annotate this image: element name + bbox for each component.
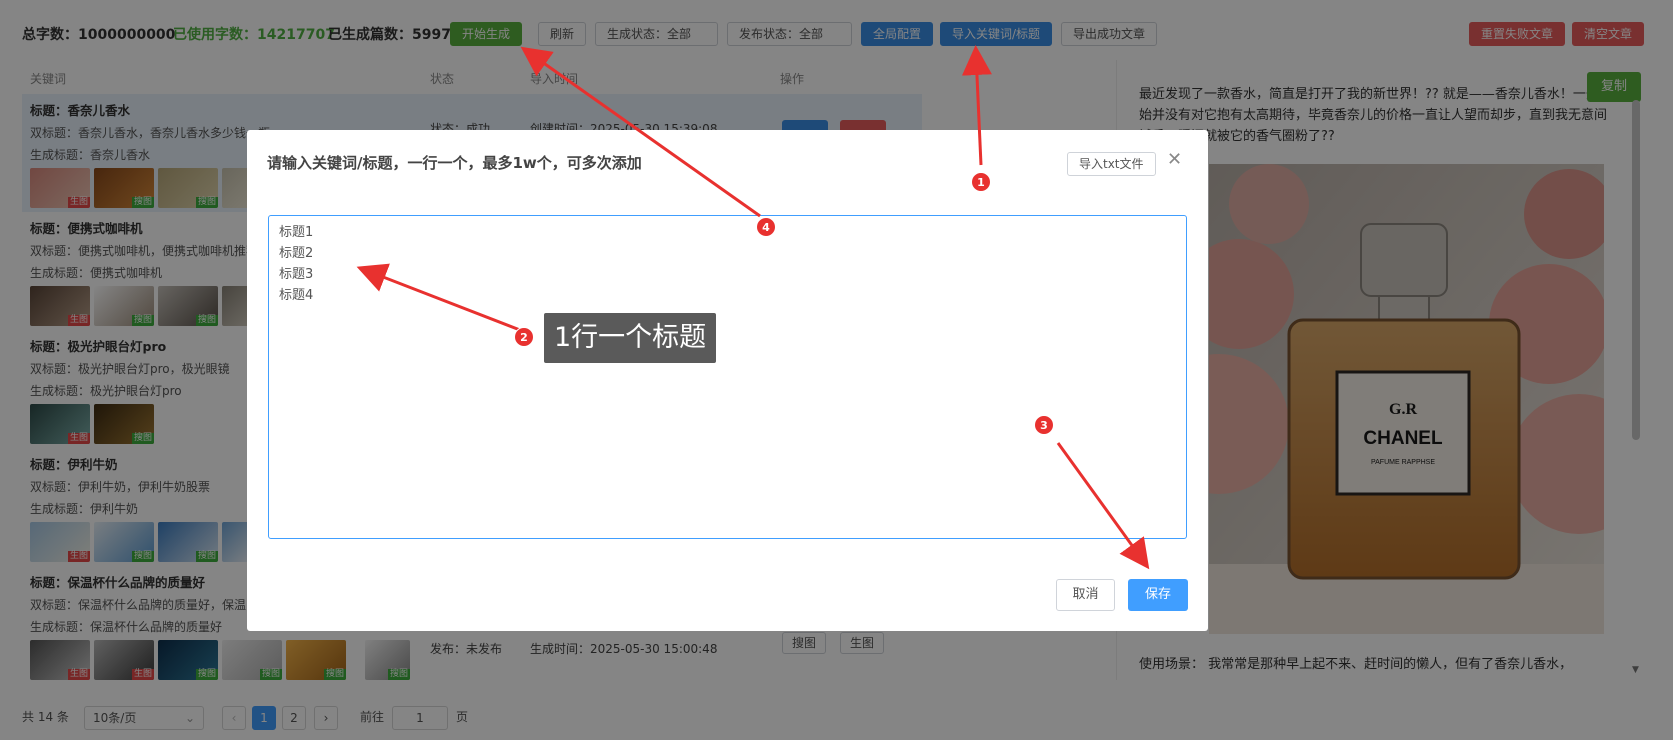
import-txt-button[interactable]: 导入txt文件 <box>1067 152 1156 176</box>
annotation-callout: 1行一个标题 <box>544 313 717 363</box>
annotation-badge-2: 2 <box>514 327 534 347</box>
keywords-textarea[interactable] <box>268 215 1187 539</box>
annotation-badge-3: 3 <box>1034 415 1054 435</box>
dialog-title: 请输入关键词/标题，一行一个，最多1w个，可多次添加 <box>267 154 642 172</box>
close-icon[interactable]: ✕ <box>1167 150 1182 170</box>
annotation-badge-1: 1 <box>971 172 991 192</box>
save-button[interactable]: 保存 <box>1128 579 1188 611</box>
annotation-badge-4: 4 <box>756 217 776 237</box>
cancel-button[interactable]: 取消 <box>1056 579 1115 611</box>
import-keywords-dialog: 请输入关键词/标题，一行一个，最多1w个，可多次添加 导入txt文件 ✕ 取消 … <box>247 130 1208 631</box>
